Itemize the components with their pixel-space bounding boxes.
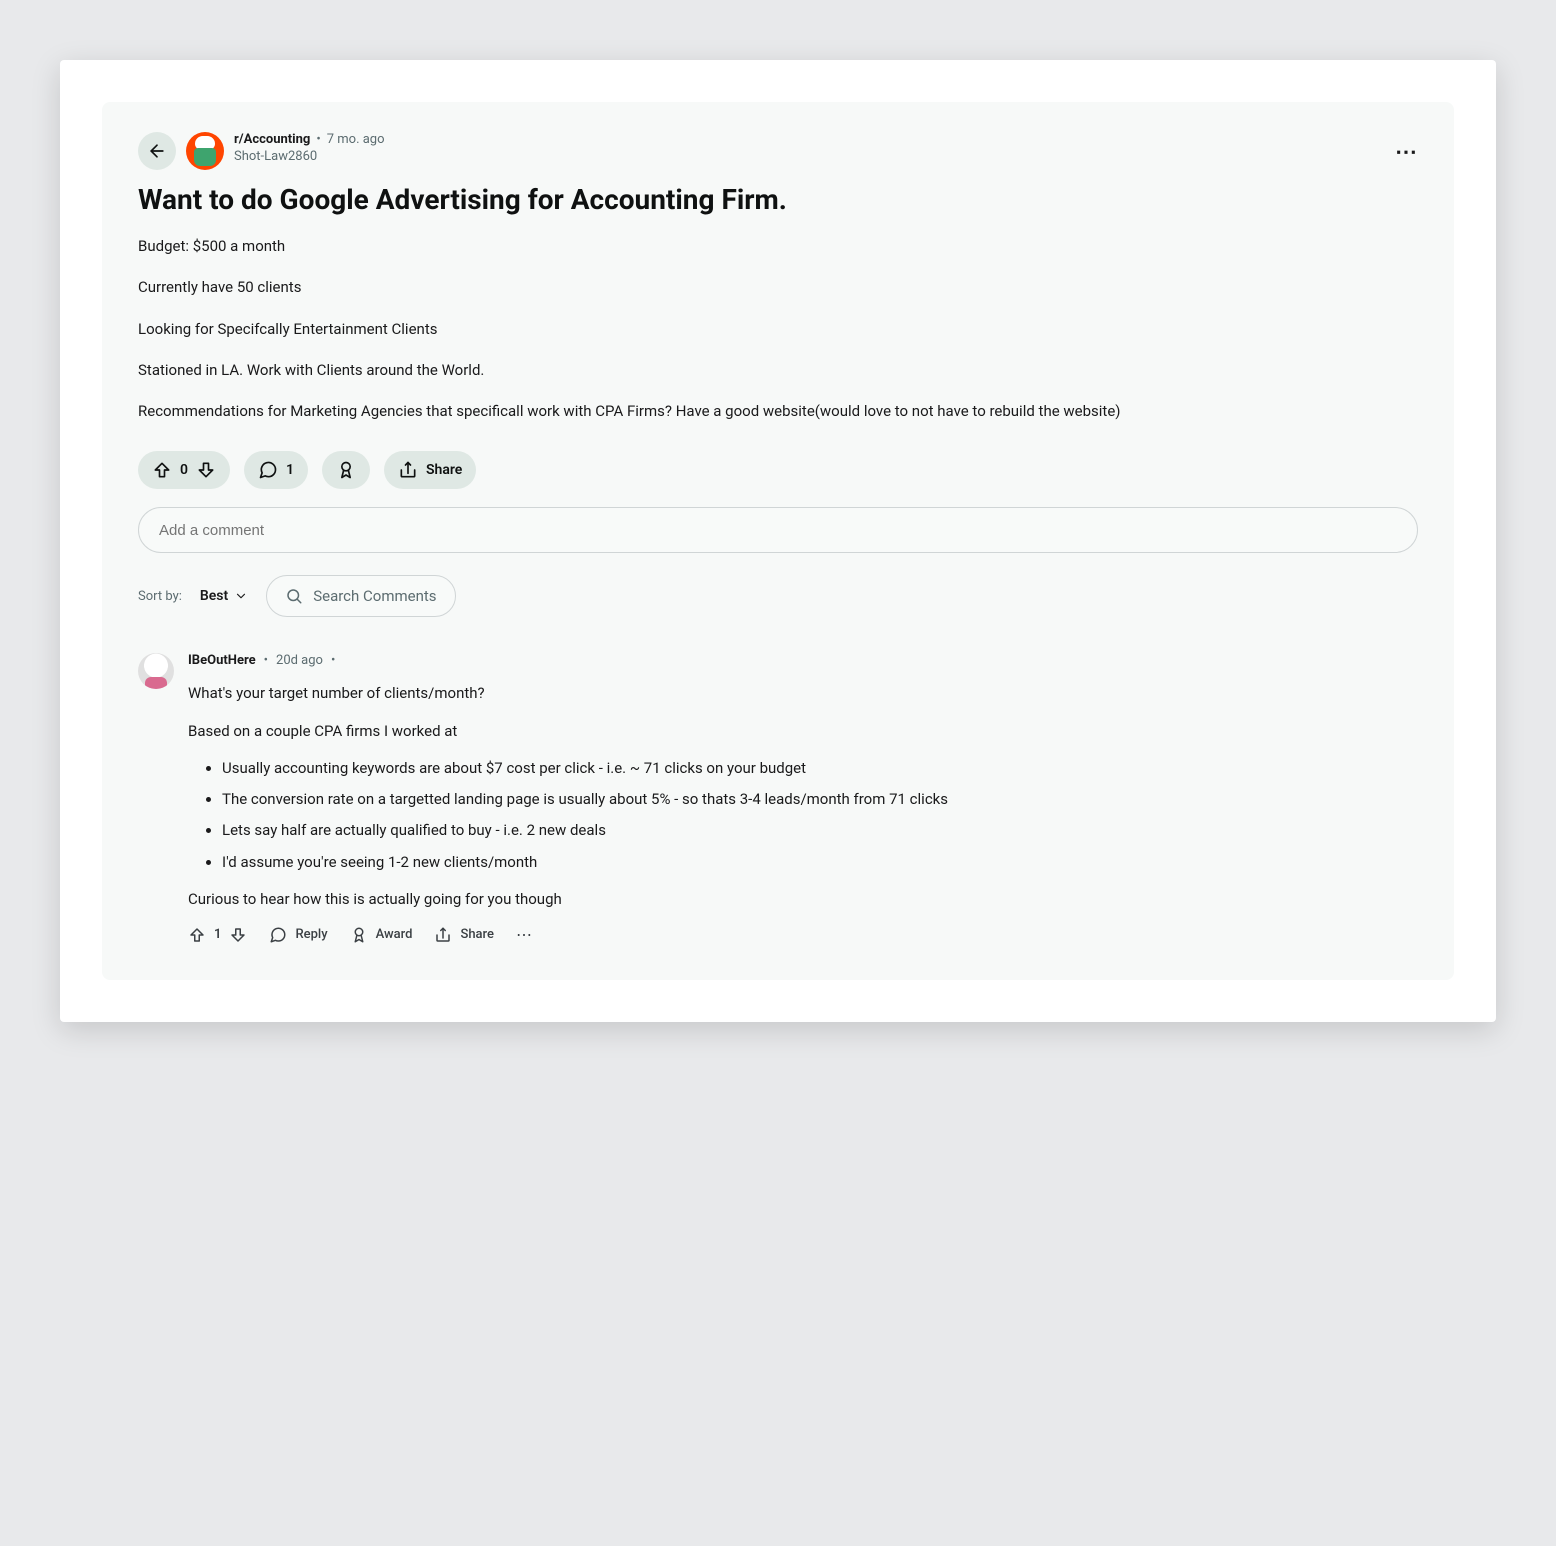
comment-icon (269, 926, 287, 944)
comment-actions: 1 Reply Award Share (188, 925, 1418, 944)
post-action-bar: 0 1 Share (138, 451, 1418, 489)
subreddit-avatar[interactable] (186, 132, 224, 170)
list-item: I'd assume you're seeing 1-2 new clients… (222, 851, 1418, 874)
post-author[interactable]: Shot-Law2860 (234, 149, 385, 166)
search-icon (285, 587, 303, 605)
vote-score: 0 (180, 462, 188, 478)
post-header: r/Accounting • 7 mo. ago Shot-Law2860 ⋯ (138, 132, 1418, 170)
reply-button[interactable]: Reply (269, 926, 327, 944)
comments-button[interactable]: 1 (244, 451, 308, 489)
arrow-left-icon (147, 141, 167, 161)
post-age: 7 mo. ago (327, 132, 385, 149)
comment-paragraph: What's your target number of clients/mon… (188, 682, 1418, 705)
sort-value: Best (200, 588, 228, 604)
search-comments-placeholder: Search Comments (313, 587, 436, 605)
subreddit-link[interactable]: r/Accounting (234, 132, 310, 149)
comment-author[interactable]: IBeOutHere (188, 653, 256, 668)
award-label: Award (376, 927, 413, 942)
award-button[interactable]: Award (350, 926, 413, 944)
list-item: Lets say half are actually qualified to … (222, 819, 1418, 842)
chevron-down-icon (234, 589, 248, 603)
share-label: Share (426, 462, 462, 478)
share-label: Share (460, 927, 494, 942)
comments-count: 1 (286, 462, 294, 478)
more-icon: ⋯ (516, 925, 533, 944)
comment-list: Usually accounting keywords are about $7… (188, 757, 1418, 874)
award-button[interactable] (322, 451, 370, 489)
post-paragraph: Recommendations for Marketing Agencies t… (138, 400, 1418, 423)
post-meta: r/Accounting • 7 mo. ago Shot-Law2860 (234, 132, 385, 166)
post-title: Want to do Google Advertising for Accoun… (138, 182, 1418, 217)
downvote-icon[interactable] (196, 460, 216, 480)
post-paragraph: Looking for Specifcally Entertainment Cl… (138, 318, 1418, 341)
comment-body: IBeOutHere • 20d ago • What's your targe… (188, 653, 1418, 944)
comment-meta: IBeOutHere • 20d ago • (188, 653, 1418, 668)
list-item: Usually accounting keywords are about $7… (222, 757, 1418, 780)
sort-label: Sort by: (138, 589, 182, 604)
sort-dropdown[interactable]: Best (200, 588, 248, 604)
search-comments-input[interactable]: Search Comments (266, 575, 456, 617)
share-icon (434, 926, 452, 944)
vote-pill: 0 (138, 451, 230, 489)
upvote-icon[interactable] (188, 926, 206, 944)
post-container: r/Accounting • 7 mo. ago Shot-Law2860 ⋯ … (102, 102, 1454, 980)
post-body: Budget: $500 a month Currently have 50 c… (138, 235, 1418, 423)
comment-age: 20d ago (276, 653, 323, 668)
meta-dot: • (316, 132, 320, 149)
share-button[interactable]: Share (384, 451, 476, 489)
card-outer: r/Accounting • 7 mo. ago Shot-Law2860 ⋯ … (60, 60, 1496, 1022)
comment-paragraph: Based on a couple CPA firms I worked at (188, 720, 1418, 743)
share-button[interactable]: Share (434, 926, 494, 944)
back-button[interactable] (138, 132, 176, 170)
comment-score: 1 (214, 927, 221, 942)
upvote-icon[interactable] (152, 460, 172, 480)
comment-vote: 1 (188, 926, 247, 944)
comment-icon (258, 460, 278, 480)
post-paragraph: Stationed in LA. Work with Clients aroun… (138, 359, 1418, 382)
post-paragraph: Currently have 50 clients (138, 276, 1418, 299)
comment-avatar[interactable] (138, 653, 174, 689)
more-button[interactable]: ⋯ (1395, 140, 1418, 165)
comment-text: What's your target number of clients/mon… (188, 682, 1418, 911)
list-item: The conversion rate on a targetted landi… (222, 788, 1418, 811)
comment-paragraph: Curious to hear how this is actually goi… (188, 888, 1418, 911)
comment: IBeOutHere • 20d ago • What's your targe… (138, 653, 1418, 944)
share-icon (398, 460, 418, 480)
sort-row: Sort by: Best Search Comments (138, 575, 1418, 617)
award-icon (350, 926, 368, 944)
reply-label: Reply (295, 927, 327, 942)
post-paragraph: Budget: $500 a month (138, 235, 1418, 258)
add-comment-input[interactable] (138, 507, 1418, 553)
meta-dot: • (264, 653, 268, 668)
downvote-icon[interactable] (229, 926, 247, 944)
meta-dot: • (331, 653, 335, 668)
award-icon (336, 460, 356, 480)
more-button[interactable]: ⋯ (516, 925, 533, 944)
